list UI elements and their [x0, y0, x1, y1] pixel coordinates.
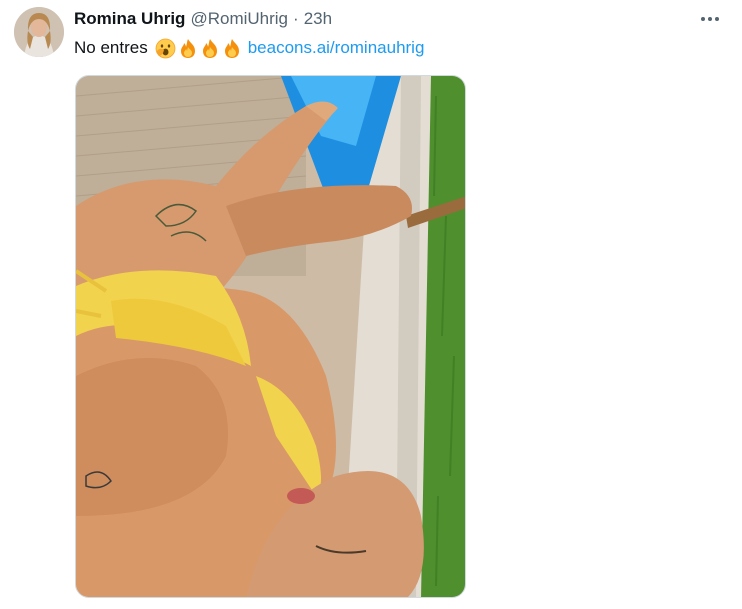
tweet-text: No entres beacons.ai/rominauhrig [74, 36, 424, 60]
emoji-group [155, 38, 242, 59]
tweet-photo[interactable] [75, 75, 466, 598]
fire-emoji [202, 38, 217, 58]
tweet[interactable]: Romina Uhrig @RomiUhrig · 23h No entres [0, 0, 742, 609]
timestamp[interactable]: 23h [304, 9, 332, 29]
fire-emoji [180, 38, 195, 58]
fire-emoji [224, 38, 239, 58]
user-handle[interactable]: @RomiUhrig [190, 9, 288, 29]
tweet-text-body: No entres [74, 38, 148, 57]
tweet-header: Romina Uhrig @RomiUhrig · 23h [74, 8, 332, 30]
separator-dot: · [293, 9, 299, 28]
face-with-hand-over-mouth-emoji [155, 38, 176, 58]
more-horizontal-icon[interactable] [696, 8, 724, 30]
tweet-link[interactable]: beacons.ai/rominauhrig [248, 38, 425, 58]
display-name[interactable]: Romina Uhrig [74, 9, 185, 29]
avatar[interactable] [14, 7, 64, 57]
